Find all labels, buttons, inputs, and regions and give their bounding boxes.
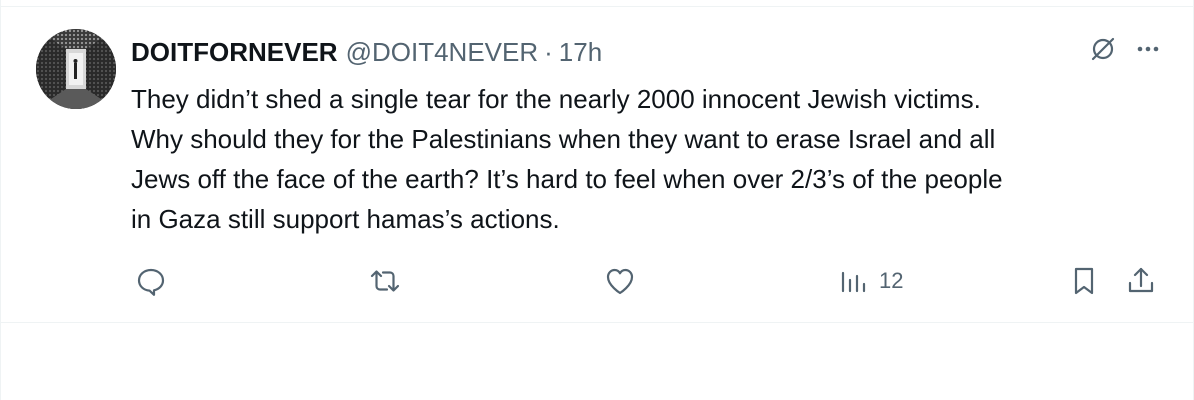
tweet[interactable]: DOITFORNEVER @DOIT4NEVER · 17h They didn… — [1, 7, 1194, 323]
grok-icon[interactable] — [1089, 35, 1117, 63]
bookmark-icon — [1069, 265, 1099, 297]
tweet-text-line: Why should they for the Palestinians whe… — [131, 124, 996, 154]
heart-icon — [603, 265, 637, 297]
tweet-text: They didn’t shed a single tear for the n… — [131, 79, 1176, 239]
bookmark-button[interactable] — [1069, 261, 1099, 301]
like-button[interactable] — [603, 261, 637, 301]
separator-dot: · — [544, 36, 553, 67]
display-name[interactable]: DOITFORNEVER — [131, 37, 338, 68]
views-icon — [839, 265, 869, 297]
reply-button[interactable] — [135, 261, 167, 301]
tweet-text-line: Jews off the face of the earth? It’s har… — [131, 164, 1003, 194]
user-handle[interactable]: @DOIT4NEVER — [346, 37, 539, 68]
tweet-text-line: They didn’t shed a single tear for the n… — [131, 84, 981, 114]
views-count: 12 — [879, 268, 904, 293]
tweet-header: DOITFORNEVER @DOIT4NEVER · 17h — [131, 35, 602, 69]
tweet-text-line: in Gaza still support hamas’s actions. — [131, 204, 560, 234]
share-icon — [1125, 265, 1157, 297]
avatar[interactable] — [36, 29, 116, 109]
retweet-button[interactable] — [367, 261, 403, 301]
tweet-frame: DOITFORNEVER @DOIT4NEVER · 17h They didn… — [0, 0, 1194, 400]
more-icon[interactable] — [1135, 36, 1161, 62]
retweet-icon — [367, 265, 403, 297]
timestamp[interactable]: 17h — [559, 37, 602, 68]
tweet-actions: 12 — [131, 261, 1171, 301]
reply-icon — [135, 265, 167, 297]
tweet-top-actions — [1089, 35, 1161, 63]
views-button[interactable]: 12 — [839, 261, 903, 301]
share-button[interactable] — [1125, 261, 1157, 301]
